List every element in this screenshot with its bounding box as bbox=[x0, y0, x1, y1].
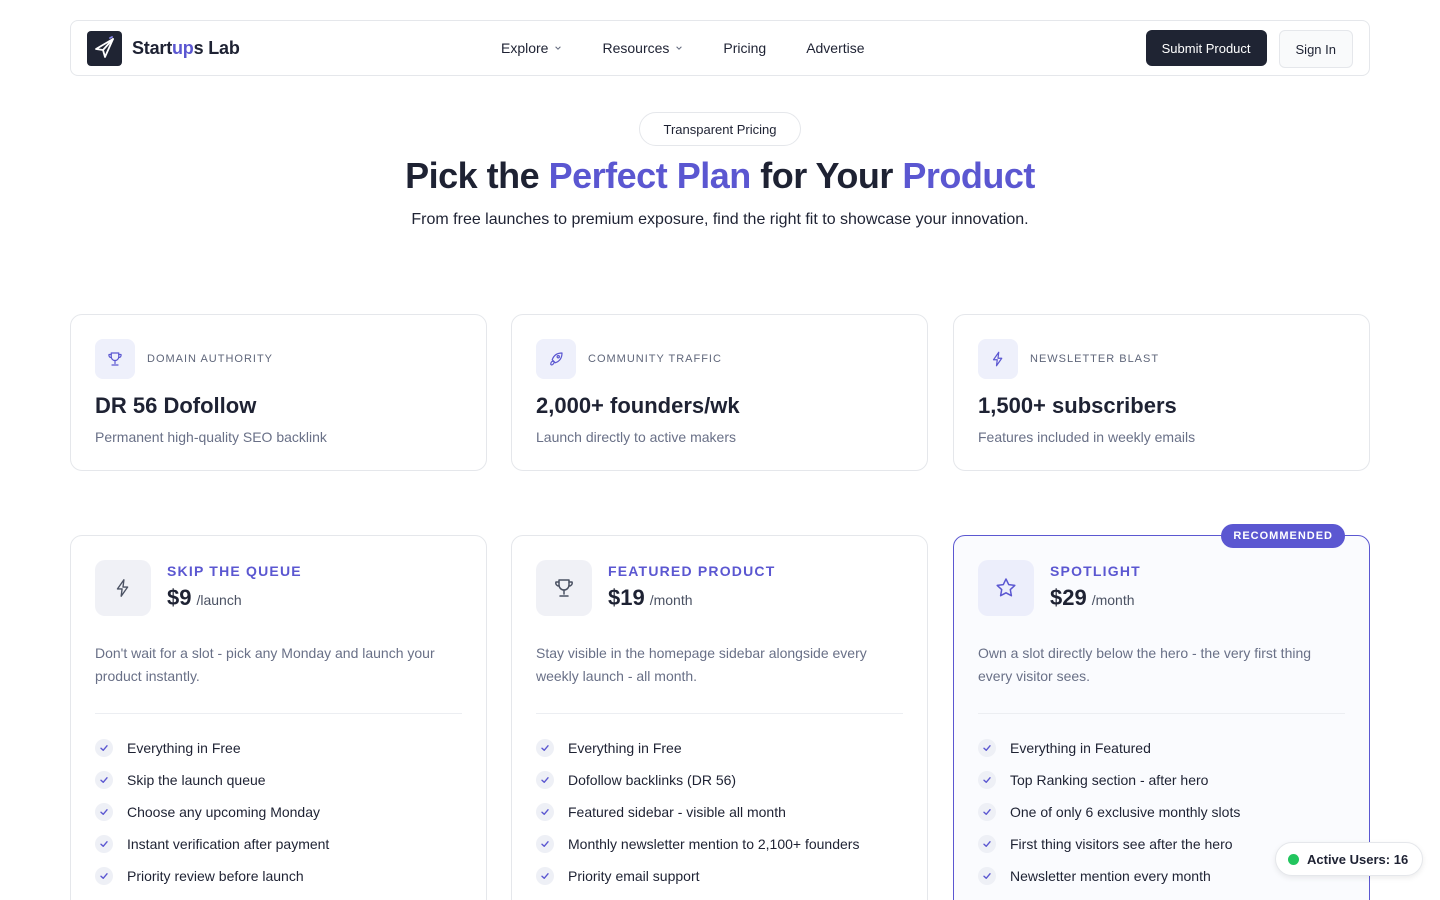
plan-price: $19 bbox=[608, 585, 645, 610]
nav-pricing[interactable]: Pricing bbox=[723, 40, 766, 56]
page-title: Pick the Perfect Plan for Your Product bbox=[405, 155, 1035, 196]
check-icon bbox=[536, 803, 554, 821]
stat-label: DOMAIN AUTHORITY bbox=[147, 353, 274, 365]
check-icon bbox=[95, 803, 113, 821]
online-status-icon bbox=[1288, 853, 1299, 865]
check-icon bbox=[978, 803, 996, 821]
plan-card-featured-product[interactable]: FEATURED PRODUCT $19/month Stay visible … bbox=[511, 535, 928, 900]
check-icon bbox=[536, 867, 554, 885]
feature-item: Instant verification after payment bbox=[95, 828, 462, 860]
check-icon bbox=[536, 771, 554, 789]
nav-resources[interactable]: Resources bbox=[602, 40, 683, 56]
plan-description: Stay visible in the homepage sidebar alo… bbox=[536, 645, 867, 684]
check-icon bbox=[978, 867, 996, 885]
nav-explore[interactable]: Explore bbox=[501, 40, 562, 56]
stat-value: DR 56 Dofollow bbox=[95, 393, 257, 418]
pricing-badge: Transparent Pricing bbox=[639, 112, 801, 146]
feature-item: Priority review before launch bbox=[95, 860, 462, 892]
plan-name: SKIP THE QUEUE bbox=[167, 563, 302, 579]
check-icon bbox=[536, 739, 554, 757]
sign-in-button[interactable]: Sign In bbox=[1278, 30, 1353, 68]
stat-description: Permanent high-quality SEO backlink bbox=[95, 429, 327, 445]
plan-price: $9 bbox=[167, 585, 192, 610]
stat-description: Launch directly to active makers bbox=[536, 429, 736, 445]
feature-item: Everything in Free bbox=[95, 732, 462, 764]
feature-item: Featured sidebar - visible all month bbox=[536, 796, 903, 828]
feature-item: Monthly newsletter mention to 2,100+ fou… bbox=[536, 828, 903, 860]
active-users-badge[interactable]: Active Users: 16 bbox=[1275, 842, 1423, 876]
logo-text: Startups Lab bbox=[132, 37, 240, 58]
check-icon bbox=[978, 739, 996, 757]
rocket-icon bbox=[536, 339, 576, 379]
check-icon bbox=[536, 835, 554, 853]
feature-item: Dofollow backlinks (DR 56) bbox=[536, 764, 903, 796]
bolt-icon bbox=[95, 560, 151, 616]
feature-item: Skip the launch queue bbox=[95, 764, 462, 796]
recommended-badge: RECOMMENDED bbox=[1221, 524, 1345, 548]
submit-product-button[interactable]: Submit Product bbox=[1145, 30, 1267, 66]
plan-period: /month bbox=[1091, 592, 1135, 608]
stat-card-newsletter-blast: NEWSLETTER BLAST 1,500+ subscribers Feat… bbox=[953, 314, 1370, 471]
plan-period: /launch bbox=[196, 592, 242, 608]
stat-card-domain-authority: DOMAIN AUTHORITY DR 56 Dofollow Permanen… bbox=[70, 314, 487, 471]
plan-period: /month bbox=[649, 592, 693, 608]
trophy-icon bbox=[536, 560, 592, 616]
chevron-down-icon bbox=[676, 46, 683, 50]
feature-item: Choose any upcoming Monday bbox=[95, 796, 462, 828]
top-navbar: Startups Lab Explore Resources Pricing A… bbox=[70, 20, 1370, 76]
divider bbox=[978, 713, 1345, 714]
check-icon bbox=[978, 835, 996, 853]
check-icon bbox=[95, 771, 113, 789]
stat-value: 1,500+ subscribers bbox=[978, 393, 1177, 418]
check-icon bbox=[95, 835, 113, 853]
star-icon bbox=[978, 560, 1034, 616]
feature-item: Everything in Free bbox=[536, 732, 903, 764]
plan-name: FEATURED PRODUCT bbox=[608, 563, 776, 579]
stat-label: COMMUNITY TRAFFIC bbox=[588, 353, 722, 365]
feature-item: Top Ranking section - after hero bbox=[978, 764, 1345, 796]
nav-advertise[interactable]: Advertise bbox=[806, 40, 864, 56]
check-icon bbox=[95, 739, 113, 757]
feature-item: One of only 6 exclusive monthly slots bbox=[978, 796, 1345, 828]
plan-price: $29 bbox=[1050, 585, 1087, 610]
page-subtitle: From free launches to premium exposure, … bbox=[411, 211, 1029, 228]
plan-name: SPOTLIGHT bbox=[1050, 563, 1141, 579]
divider bbox=[95, 713, 462, 714]
logo[interactable]: Startups Lab bbox=[87, 30, 240, 66]
paper-plane-logo-icon bbox=[87, 30, 122, 66]
check-icon bbox=[95, 867, 113, 885]
stat-value: 2,000+ founders/wk bbox=[536, 393, 740, 418]
check-icon bbox=[978, 771, 996, 789]
plan-card-skip-the-queue[interactable]: SKIP THE QUEUE $9/launch Don't wait for … bbox=[70, 535, 487, 900]
feature-item: Priority email support bbox=[536, 860, 903, 892]
feature-item: Everything in Featured bbox=[978, 732, 1345, 764]
divider bbox=[536, 713, 903, 714]
stat-card-community-traffic: COMMUNITY TRAFFIC 2,000+ founders/wk Lau… bbox=[511, 314, 928, 471]
plan-description: Don't wait for a slot - pick any Monday … bbox=[95, 645, 435, 684]
stat-label: NEWSLETTER BLAST bbox=[1030, 353, 1160, 365]
plan-description: Own a slot directly below the hero - the… bbox=[978, 645, 1312, 684]
bolt-icon bbox=[978, 339, 1018, 379]
trophy-icon bbox=[95, 339, 135, 379]
stat-description: Features included in weekly emails bbox=[978, 429, 1196, 445]
chevron-down-icon bbox=[555, 46, 562, 50]
